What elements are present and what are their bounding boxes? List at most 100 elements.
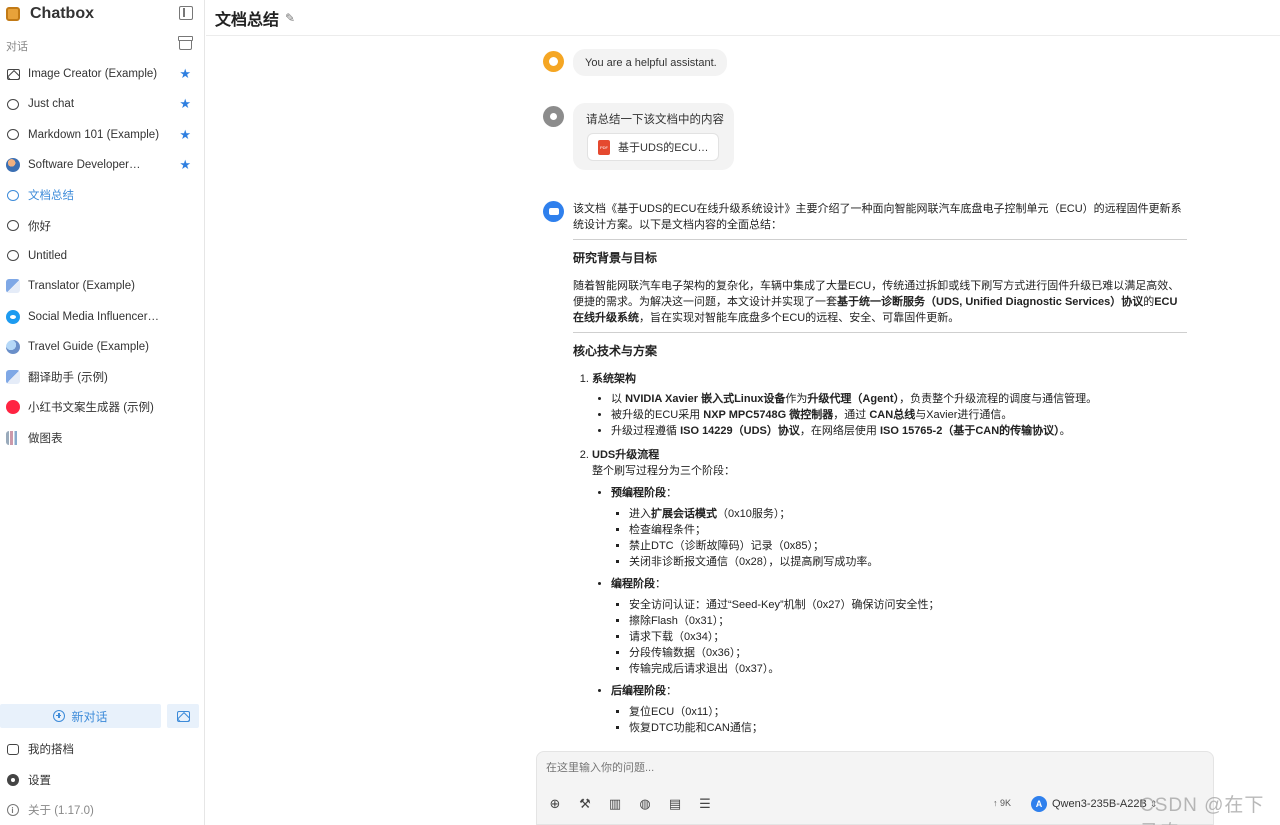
user-message-text: 请总结一下该文档中的内容 bbox=[586, 114, 724, 126]
message-composer: ⊕ ⚒ ▥ ◍ ▤ ☰ ↑ 9K A Qwen3-235B-A22B ⇕ bbox=[536, 751, 1214, 825]
new-chat-button[interactable]: 新对话 bbox=[0, 704, 161, 728]
chatbox-logo-icon bbox=[6, 7, 20, 21]
message-input[interactable] bbox=[546, 762, 946, 774]
conversation-item[interactable]: Software Developer… ★ bbox=[0, 150, 205, 180]
conversation-title: 文档总结 bbox=[215, 12, 280, 29]
header-divider bbox=[206, 35, 1280, 36]
list-item: 以 NVIDIA Xavier 嵌入式Linux设备作为升级代理（Agent），… bbox=[611, 391, 1187, 407]
chat-bubble-icon bbox=[6, 97, 20, 111]
my-copilots-link[interactable]: 我的搭档 bbox=[6, 739, 74, 759]
system-message-text: You are a helpful assistant. bbox=[585, 56, 717, 69]
system-message-bubble: You are a helpful assistant. bbox=[573, 49, 727, 76]
web-search-globe-icon[interactable]: ◍ bbox=[637, 796, 653, 812]
developer-avatar-icon bbox=[6, 158, 20, 173]
conversation-item[interactable]: Image Creator (Example) ★ bbox=[0, 59, 205, 89]
divider bbox=[573, 239, 1187, 240]
image-icon bbox=[176, 710, 190, 722]
xiaohongshu-avatar-icon bbox=[6, 400, 20, 415]
star-icon[interactable]: ★ bbox=[179, 66, 191, 82]
user-avatar-icon bbox=[543, 106, 564, 127]
archive-icon[interactable] bbox=[178, 36, 193, 50]
conversation-item[interactable]: 做图表 bbox=[0, 423, 205, 453]
edit-pencil-icon[interactable]: ✎ bbox=[285, 11, 295, 25]
list-item: 系统架构 以 NVIDIA Xavier 嵌入式Linux设备作为升级代理（Ag… bbox=[592, 371, 1187, 439]
conversation-item[interactable]: Just chat ★ bbox=[0, 89, 205, 119]
star-icon[interactable]: ★ bbox=[179, 157, 191, 173]
conversation-item[interactable]: Translator (Example) bbox=[0, 271, 205, 301]
conversation-item[interactable]: 翻译助手 (示例) bbox=[0, 362, 205, 392]
settings-link[interactable]: 设置 bbox=[6, 770, 51, 790]
conversation-item[interactable]: 你好 bbox=[0, 210, 205, 240]
app-name: Chatbox bbox=[30, 5, 94, 22]
list-item: 请求下载（0x34）； bbox=[629, 629, 1187, 645]
user-message-bubble: 请总结一下该文档中的内容 PDF 基于UDS的ECU… bbox=[573, 103, 734, 170]
answer-intro: 该文档《基于UDS的ECU在线升级系统设计》主要介绍了一种面向智能网联汽车底盘电… bbox=[573, 203, 1182, 231]
stage-item: 预编程阶段： 进入扩展会话模式（0x10服务）； 检查编程条件； 禁止DTC（诊… bbox=[611, 485, 1187, 570]
gear-icon bbox=[6, 774, 19, 787]
watermark: CSDN @在下马农 bbox=[1140, 795, 1265, 825]
assistant-avatar-icon bbox=[543, 201, 564, 222]
document-edit-icon[interactable]: ▤ bbox=[667, 796, 683, 812]
chat-bubble-icon bbox=[6, 188, 20, 202]
sidebar: Chatbox 对话 Image Creator (Example) ★ Jus… bbox=[0, 0, 205, 825]
list-item: UDS升级流程 整个刷写过程分为三个阶段： 预编程阶段： 进入扩展会话模式（0x… bbox=[592, 447, 1187, 736]
chat-bubble-icon bbox=[6, 128, 20, 142]
sidebar-collapse-icon[interactable] bbox=[179, 6, 193, 20]
knowledge-book-icon[interactable]: ▥ bbox=[607, 796, 623, 812]
star-icon[interactable]: ★ bbox=[179, 127, 191, 143]
model-selector[interactable]: A Qwen3-235B-A22B ⇕ bbox=[1031, 795, 1157, 813]
list-item: 进入扩展会话模式（0x10服务）； bbox=[629, 506, 1187, 522]
system-avatar-icon bbox=[543, 51, 564, 72]
about-link[interactable]: i 关于 (1.17.0) bbox=[6, 800, 94, 820]
translator-avatar-icon bbox=[6, 370, 20, 385]
list-item: 分段传输数据（0x36）； bbox=[629, 645, 1187, 661]
twitter-avatar-icon bbox=[6, 309, 20, 324]
chat-bubble-icon bbox=[6, 249, 20, 263]
plus-circle-icon bbox=[53, 710, 66, 722]
conversation-item[interactable]: Social Media Influencer… bbox=[0, 301, 205, 331]
conversation-item[interactable]: Travel Guide (Example) bbox=[0, 332, 205, 362]
list-item: 禁止DTC（诊断故障码）记录（0x85）； bbox=[629, 538, 1187, 554]
add-attachment-icon[interactable]: ⊕ bbox=[547, 796, 563, 812]
list-item: 关闭非诊断报文通信（0x28），以提高刷写成功率。 bbox=[629, 554, 1187, 570]
conversation-item[interactable]: Untitled bbox=[0, 241, 205, 271]
list-item: 被升级的ECU采用 NXP MPC5748G 微控制器，通过 CAN总线与Xav… bbox=[611, 407, 1187, 423]
list-item: 恢复DTC功能和CAN通信； bbox=[629, 720, 1187, 736]
list-item: 升级过程遵循 ISO 14229（UDS）协议，在网络层使用 ISO 15765… bbox=[611, 423, 1187, 439]
conversations-section-label: 对话 bbox=[6, 41, 28, 53]
image-icon bbox=[6, 67, 20, 81]
list-item: 传输完成后请求退出（0x37）。 bbox=[629, 661, 1187, 677]
conversation-list: Image Creator (Example) ★ Just chat ★ Ma… bbox=[0, 59, 205, 453]
hammer-tools-icon[interactable]: ⚒ bbox=[577, 796, 593, 812]
chart-avatar-icon bbox=[6, 430, 20, 445]
list-item: 复位ECU（0x11）； bbox=[629, 704, 1187, 720]
list-item: 安全访问认证：通过“Seed-Key”机制（0x27）确保访问安全性； bbox=[629, 597, 1187, 613]
chat-bubble-icon bbox=[6, 219, 20, 233]
stage-item: 编程阶段： 安全访问认证：通过“Seed-Key”机制（0x27）确保访问安全性… bbox=[611, 576, 1187, 677]
page-title: 文档总结 ✎ bbox=[215, 6, 295, 30]
attachment-chip[interactable]: PDF 基于UDS的ECU… bbox=[587, 133, 719, 161]
heading-tech: 核心技术与方案 bbox=[573, 344, 658, 358]
stage-item: 后编程阶段： 复位ECU（0x11）； 恢复DTC功能和CAN通信； bbox=[611, 683, 1187, 736]
heading-background: 研究背景与目标 bbox=[573, 251, 658, 265]
pdf-file-icon: PDF bbox=[598, 139, 610, 155]
copilot-chat-icon bbox=[6, 743, 19, 756]
star-icon[interactable]: ★ bbox=[179, 96, 191, 112]
brand: Chatbox bbox=[6, 4, 201, 24]
paragraph-background: 随着智能网联汽车电子架构的复杂化，车辆中集成了大量ECU，传统通过拆卸或线下刷写… bbox=[573, 280, 1180, 324]
conversation-item-active[interactable]: 文档总结 bbox=[0, 180, 205, 210]
divider bbox=[573, 332, 1187, 333]
info-icon: i bbox=[6, 804, 19, 817]
model-name: Qwen3-235B-A22B bbox=[1052, 798, 1147, 810]
list-item: 擦除Flash（0x31）； bbox=[629, 613, 1187, 629]
translator-avatar-icon bbox=[6, 279, 20, 294]
conversation-item[interactable]: 小红书文案生成器 (示例) bbox=[0, 392, 205, 422]
token-count: ↑ 9K bbox=[993, 798, 1012, 808]
new-image-chat-button[interactable] bbox=[167, 704, 199, 728]
assistant-message: 该文档《基于UDS的ECU在线升级系统设计》主要介绍了一种面向智能网联汽车底盘电… bbox=[573, 201, 1187, 744]
model-provider-icon: A bbox=[1031, 796, 1047, 812]
conversation-item[interactable]: Markdown 101 (Example) ★ bbox=[0, 120, 205, 150]
attachment-name: 基于UDS的ECU… bbox=[618, 142, 709, 154]
settings-sliders-icon[interactable]: ☰ bbox=[697, 796, 713, 812]
list-item: 检查编程条件； bbox=[629, 522, 1187, 538]
